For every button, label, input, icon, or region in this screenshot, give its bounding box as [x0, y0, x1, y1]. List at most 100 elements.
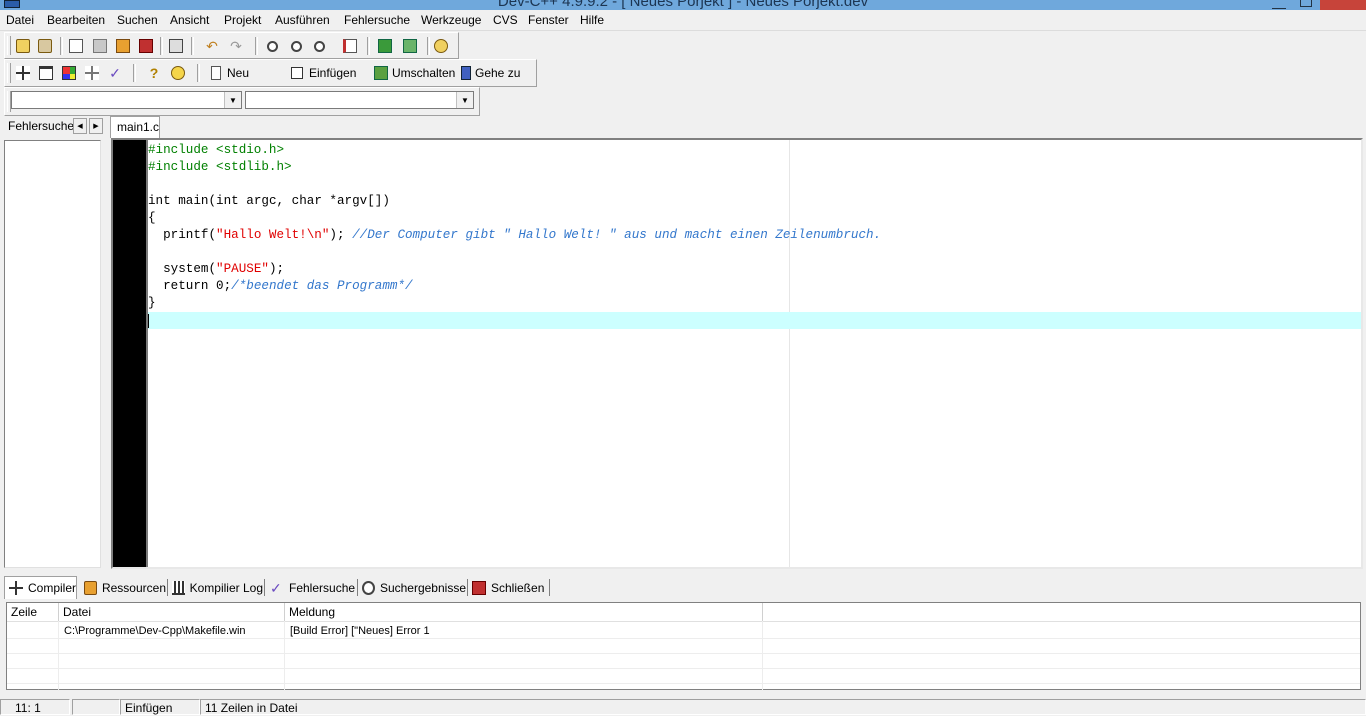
compiler-messages-list[interactable]: Zeile Datei Meldung C:\Programme\Dev-Cpp… [6, 602, 1361, 691]
save-button[interactable] [91, 37, 109, 55]
status-bar: 11: 1 Einfügen 11 Zeilen in Datei [0, 698, 1366, 716]
checkmark-icon: ✓ [270, 579, 282, 596]
editor-gutter[interactable] [113, 140, 146, 567]
menu-fehlersuche[interactable]: Fehlersuche [344, 13, 410, 27]
status-modified [72, 699, 120, 715]
goto-button[interactable]: Gehe zu [475, 66, 520, 80]
run-button[interactable] [37, 64, 55, 82]
remove-from-project-icon [403, 39, 417, 53]
new-class-button[interactable]: Neu [227, 66, 249, 80]
class-combo[interactable]: ▼ [11, 91, 242, 109]
syntax-check-button[interactable]: ✓ [106, 64, 124, 82]
toolbar-separator [60, 37, 63, 55]
tab-separator [264, 579, 265, 596]
undo-button[interactable]: ↶ [203, 37, 221, 55]
cell-file: C:\Programme\Dev-Cpp\Makefile.win [64, 625, 246, 637]
close-file-button[interactable] [137, 37, 155, 55]
about-button[interactable] [169, 64, 187, 82]
open-project-button[interactable] [14, 37, 32, 55]
new-document-icon [69, 39, 83, 53]
toolbar-separator [255, 37, 258, 55]
code-editor[interactable]: #include <stdio.h> #include <stdlib.h> int… [111, 138, 1363, 569]
menu-werkzeuge[interactable]: Werkzeuge [421, 13, 481, 27]
tab-schliessen[interactable]: Schließen [468, 576, 550, 599]
menu-suchen[interactable]: Suchen [117, 13, 158, 27]
help-button[interactable]: ? [145, 64, 163, 82]
new-file-button[interactable] [67, 37, 85, 55]
code-line[interactable]: } [148, 295, 156, 312]
goto-line-button[interactable] [341, 37, 359, 55]
debug-panel[interactable] [4, 140, 101, 568]
insert-icon-button[interactable] [288, 64, 306, 82]
close-window-button[interactable] [1320, 0, 1366, 10]
code-line[interactable]: { [148, 210, 156, 227]
tab-scroll-left-icon[interactable]: ◀ [73, 118, 87, 134]
editor-tab-main1[interactable]: main1.c [110, 116, 160, 138]
new-class-icon-button[interactable] [207, 64, 225, 82]
member-combo[interactable]: ▼ [245, 91, 474, 109]
table-row[interactable]: C:\Programme\Dev-Cpp\Makefile.win [Build… [7, 624, 1360, 639]
vertical-splitter[interactable] [104, 116, 108, 572]
redo-button[interactable]: ↷ [227, 37, 245, 55]
compile-button[interactable] [14, 64, 32, 82]
code-line[interactable]: int main(int argc, char *argv[]) [148, 193, 390, 210]
code-line[interactable]: return 0;/*beendet das Programm*/ [148, 278, 412, 295]
list-header: Zeile Datei Meldung [7, 603, 1360, 622]
column-header-datei[interactable]: Datei [59, 603, 285, 621]
compile-run-button[interactable] [60, 64, 78, 82]
goto-line-icon [343, 39, 357, 53]
replace-button[interactable] [310, 37, 328, 55]
code-line[interactable]: system("PAUSE"); [148, 261, 284, 278]
menu-hilfe[interactable]: Hilfe [580, 13, 604, 27]
tab-schliessen-label: Schließen [491, 580, 545, 595]
find-next-button[interactable] [287, 37, 305, 55]
add-to-project-button[interactable] [376, 37, 394, 55]
open-file-button[interactable] [36, 37, 54, 55]
toolbar-grip[interactable] [7, 63, 11, 83]
find-button[interactable] [263, 37, 281, 55]
menu-bearbeiten[interactable]: Bearbeiten [47, 13, 105, 27]
remove-from-project-button[interactable] [401, 37, 419, 55]
left-panel-tab[interactable]: Fehlersuche ◀ ▶ [3, 117, 103, 136]
tab-fehlersuche[interactable]: ✓ Fehlersuche [266, 576, 358, 599]
toolbar-grip[interactable] [7, 36, 11, 55]
project-options-button[interactable] [432, 37, 450, 55]
status-insert-mode: Einfügen [120, 699, 200, 715]
tab-separator [549, 579, 550, 596]
code-line[interactable]: printf("Hallo Welt!\n"); //Der Computer … [148, 227, 881, 244]
member-combo-dropdown-icon[interactable]: ▼ [456, 92, 473, 108]
minimize-button[interactable] [1272, 0, 1286, 9]
class-combo-dropdown-icon[interactable]: ▼ [224, 92, 241, 108]
close-panel-icon [472, 580, 486, 595]
menu-datei[interactable]: Datei [6, 13, 34, 27]
tab-suchergebnisse[interactable]: Suchergebnisse [358, 576, 468, 599]
save-all-button[interactable] [114, 37, 132, 55]
menu-cvs[interactable]: CVS [493, 13, 518, 27]
menu-ansicht[interactable]: Ansicht [170, 13, 209, 27]
project-open-icon [16, 39, 30, 53]
print-button[interactable] [167, 37, 185, 55]
column-header-zeile[interactable]: Zeile [7, 603, 59, 621]
code-line[interactable]: #include <stdlib.h> [148, 159, 292, 176]
goto-icon-button[interactable] [457, 64, 475, 82]
run-icon [39, 66, 53, 80]
code-line[interactable]: #include <stdio.h> [148, 142, 284, 159]
toggle-button[interactable]: Umschalten [392, 66, 455, 80]
add-to-project-icon [378, 39, 392, 53]
project-options-icon [434, 39, 448, 53]
menu-ausfuehren[interactable]: Ausführen [275, 13, 330, 27]
tab-scroll-right-icon[interactable]: ▶ [89, 118, 103, 134]
title-bar: Dev-C++ 4.9.9.2 - [ Neues Porjekt ] - Ne… [0, 0, 1366, 10]
rebuild-all-button[interactable] [83, 64, 101, 82]
toggle-icon-button[interactable] [372, 64, 390, 82]
column-header-meldung[interactable]: Meldung [285, 603, 763, 621]
table-row [7, 669, 1360, 684]
maximize-button[interactable] [1300, 0, 1312, 7]
menu-projekt[interactable]: Projekt [224, 13, 261, 27]
menu-fenster[interactable]: Fenster [528, 13, 569, 27]
undo-icon: ↶ [206, 38, 218, 54]
tab-compiler[interactable]: Compiler [4, 576, 77, 599]
tab-kompilier-log[interactable]: Kompilier Log [168, 576, 265, 599]
insert-button[interactable]: Einfügen [309, 66, 356, 80]
tab-ressourcen[interactable]: Ressourcen [80, 576, 168, 599]
